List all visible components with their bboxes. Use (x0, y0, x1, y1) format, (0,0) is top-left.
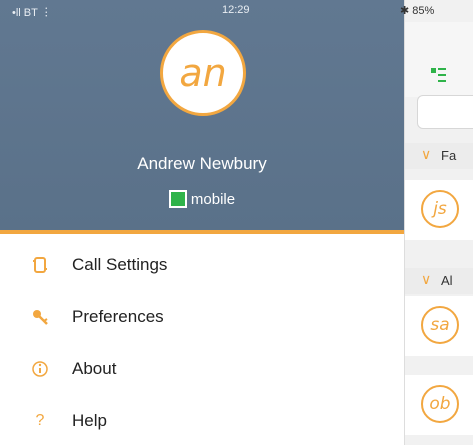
menu-item-call-settings[interactable]: Call Settings (0, 240, 404, 290)
contact-row[interactable]: ob (405, 375, 473, 435)
menu-item-label: Call Settings (72, 255, 168, 274)
battery-percent: 85% (412, 5, 435, 17)
contact-row[interactable]: js (405, 180, 473, 240)
contact-avatar: ob (421, 385, 459, 423)
status-bar: •ll BT ︙ 12:29 ✱ 85% (0, 0, 473, 22)
presence-status[interactable]: mobile (0, 190, 404, 208)
phone-settings-icon (30, 255, 50, 275)
menu-item-about[interactable]: About (0, 344, 404, 394)
menu-item-label: Preferences (72, 307, 164, 326)
carrier-name: BT (23, 7, 38, 19)
chevron-down-icon: ∨ (421, 146, 432, 162)
question-icon: ? (35, 412, 45, 429)
section-favourites[interactable]: ∨ Fa (405, 143, 473, 169)
section-all[interactable]: ∨ Al (405, 268, 473, 294)
key-icon (30, 307, 50, 327)
menu-item-label: About (72, 359, 117, 378)
search-input[interactable] (417, 95, 473, 129)
menu-item-preferences[interactable]: Preferences (0, 292, 404, 342)
drawer-header: an Andrew Newbury mobile (0, 0, 404, 230)
menu-item-help[interactable]: ? Help (0, 396, 404, 446)
user-initials: an (179, 51, 227, 95)
info-icon (30, 359, 50, 379)
status-time: 12:29 (222, 4, 250, 16)
contact-row[interactable]: sa (405, 296, 473, 356)
chevron-down-icon: ∨ (421, 271, 432, 287)
section-label: Fa (441, 148, 457, 163)
presence-icon (168, 190, 187, 208)
presence-label: mobile (190, 190, 236, 208)
menu-item-label: Help (72, 411, 107, 430)
list-view-icon[interactable] (431, 68, 446, 82)
battery-indicator: ✱ 85% (400, 5, 435, 17)
user-name: Andrew Newbury (137, 154, 267, 173)
section-label: Al (441, 273, 453, 288)
contacts-toolbar (405, 22, 473, 97)
contact-avatar: js (421, 190, 459, 228)
drawer-menu: Call Settings Preferences About ? Help (0, 234, 404, 445)
contact-avatar: sa (421, 306, 459, 344)
contacts-panel: ∨ Fa js ∨ Al sa ob (404, 0, 473, 445)
carrier-signal: •ll BT ︙ (12, 7, 52, 19)
user-avatar[interactable]: an (160, 30, 246, 116)
